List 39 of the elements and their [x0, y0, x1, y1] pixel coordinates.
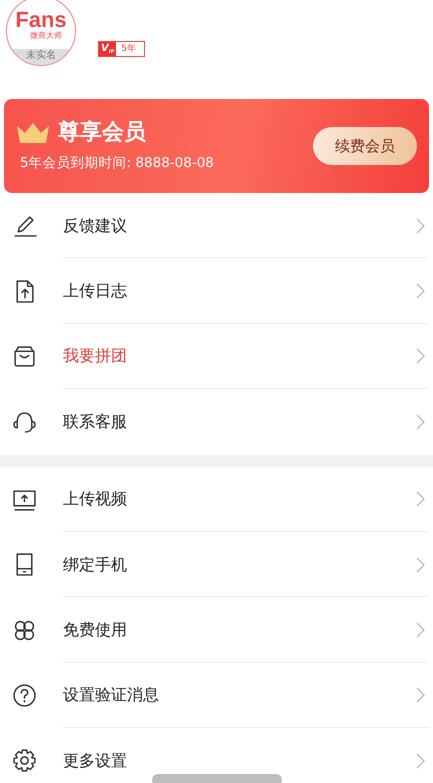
chevron-right-icon [416, 622, 425, 638]
crown-icon [16, 122, 50, 144]
chevron-right-icon [416, 687, 425, 704]
vip-years: 5年 [120, 42, 138, 56]
menu-label: 联系客服 [63, 412, 127, 432]
menu-item[interactable]: 绑定手机 [0, 532, 433, 598]
chevron-right-icon [416, 491, 425, 508]
menu-item[interactable]: 更多设置 [0, 728, 433, 783]
menu-label: 反馈建议 [63, 216, 127, 236]
logo-text: Fans [15, 9, 67, 31]
chevron-right-icon [416, 752, 425, 769]
menu-label: 上传日志 [63, 281, 127, 302]
expiry-text: 5年会员到期时间: 8888-08-08 [19, 154, 214, 172]
chevron-right-icon [416, 218, 425, 234]
menu-label: 上传视频 [63, 489, 127, 510]
menu-item[interactable]: 免费使用 [0, 597, 433, 663]
menu-item[interactable]: 设置验证消息 [0, 662, 433, 728]
menu-item[interactable]: 我要拼团 [0, 324, 433, 390]
menu-label: 更多设置 [63, 750, 127, 771]
shopping-bag-icon [12, 344, 37, 369]
menu-item[interactable]: 上传视频 [0, 466, 433, 532]
chevron-right-icon [416, 348, 425, 364]
logo-subtitle: 微商大师 [30, 31, 62, 41]
menu-item[interactable]: 上传日志 [0, 258, 433, 324]
chevron-right-icon [416, 556, 425, 573]
menu-item[interactable]: 反馈建议 [0, 193, 433, 258]
avatar[interactable]: Fans 微商大师 未实名 [6, 0, 76, 66]
chevron-right-icon [416, 283, 425, 300]
menu-label: 免费使用 [63, 620, 127, 640]
membership-title: 尊享会员 [58, 120, 146, 146]
renew-button[interactable]: 续费会员 [313, 127, 417, 165]
menu-item[interactable]: 联系客服 [0, 389, 433, 455]
help-icon [12, 682, 37, 708]
menu-label: 我要拼团 [63, 346, 127, 366]
chevron-right-icon [416, 414, 425, 430]
menu-label: 设置验证消息 [63, 685, 159, 706]
settings-icon [12, 748, 37, 774]
vip-mark: V [101, 42, 109, 56]
menu-label: 绑定手机 [63, 554, 127, 575]
